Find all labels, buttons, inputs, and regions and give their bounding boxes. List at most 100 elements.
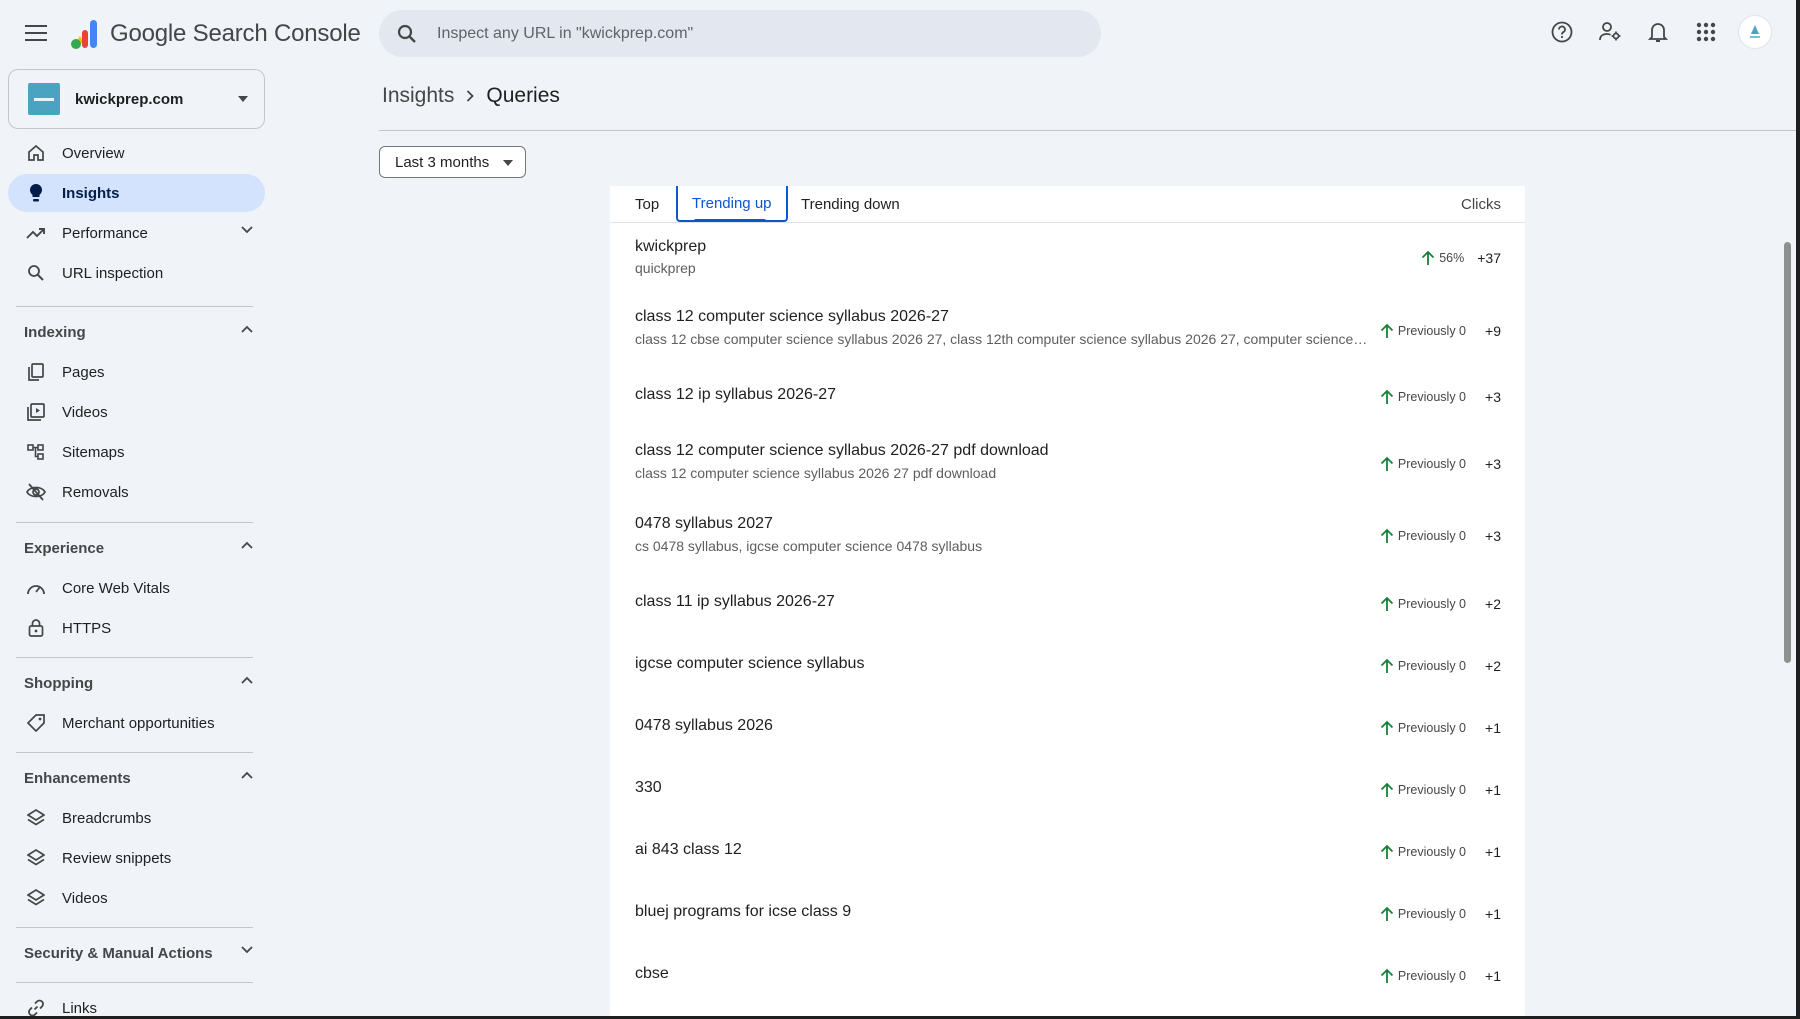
clicks-column-header[interactable]: Clicks bbox=[1461, 196, 1501, 213]
section-shopping[interactable]: Shopping bbox=[8, 664, 265, 702]
section-label: Shopping bbox=[24, 674, 94, 692]
arrow-up-icon bbox=[1379, 528, 1395, 544]
clicks-delta: +9 bbox=[1485, 323, 1501, 339]
sidebar-item-videos[interactable]: Videos bbox=[8, 393, 265, 431]
sidebar-item-insights[interactable]: Insights bbox=[8, 174, 265, 212]
search-input[interactable] bbox=[437, 24, 1037, 43]
clicks-change: Previously 0 +1 bbox=[1379, 906, 1501, 922]
clicks-change: Previously 0 +1 bbox=[1379, 968, 1501, 984]
lightbulb-icon bbox=[26, 183, 46, 203]
visibility-off-icon bbox=[26, 482, 46, 502]
query-variants: class 12 computer science syllabus 2026 … bbox=[635, 465, 997, 481]
scrollbar-thumb[interactable] bbox=[1784, 242, 1791, 663]
sidebar-item-breadcrumbs[interactable]: Breadcrumbs bbox=[8, 799, 265, 837]
sidebar-item-enhancement-videos[interactable]: Videos bbox=[8, 879, 265, 917]
manage-users-button[interactable] bbox=[1590, 12, 1630, 52]
url-inspect-search[interactable] bbox=[379, 10, 1101, 57]
query-text: class 12 computer science syllabus 2026-… bbox=[635, 308, 949, 325]
avatar-logo-icon bbox=[1750, 25, 1760, 38]
clicks-delta: +3 bbox=[1485, 456, 1501, 472]
sidebar-item-label: Videos bbox=[62, 889, 108, 907]
sidebar-item-sitemaps[interactable]: Sitemaps bbox=[8, 433, 265, 471]
sidebar-item-label: Merchant opportunities bbox=[62, 714, 215, 732]
sitemap-icon bbox=[26, 442, 46, 462]
query-text: bluej programs for icse class 9 bbox=[635, 903, 852, 920]
video-library-icon bbox=[26, 402, 46, 422]
clicks-delta: +1 bbox=[1485, 906, 1501, 922]
property-name: kwickprep.com bbox=[75, 90, 184, 108]
app-title: Google Search Console bbox=[110, 20, 361, 47]
date-range-filter[interactable]: Last 3 months bbox=[379, 146, 526, 178]
dropdown-caret-icon bbox=[503, 160, 513, 166]
property-favicon bbox=[28, 83, 60, 115]
clicks-delta: +3 bbox=[1485, 528, 1501, 544]
section-security-manual-actions[interactable]: Security & Manual Actions bbox=[8, 934, 265, 972]
sidebar-item-merchant-opportunities[interactable]: Merchant opportunities bbox=[8, 704, 265, 742]
query-text: 330 bbox=[635, 779, 662, 796]
sidebar-item-overview[interactable]: Overview bbox=[8, 134, 265, 172]
query-text: 0478 syllabus 2026 bbox=[635, 717, 773, 734]
sidebar-item-pages[interactable]: Pages bbox=[8, 353, 265, 391]
notifications-button[interactable] bbox=[1638, 12, 1678, 52]
clicks-delta: +3 bbox=[1485, 389, 1501, 405]
sidebar-item-removals[interactable]: Removals bbox=[8, 473, 265, 511]
sidebar-item-https[interactable]: HTTPS bbox=[8, 609, 265, 647]
tab-trending-down[interactable]: Trending down bbox=[801, 186, 900, 222]
sidebar-item-label: Pages bbox=[62, 363, 105, 381]
notifications-icon bbox=[1648, 23, 1668, 42]
lock-icon bbox=[26, 618, 46, 638]
section-indexing[interactable]: Indexing bbox=[8, 313, 265, 351]
sidebar-item-url-inspection[interactable]: URL inspection bbox=[8, 254, 265, 292]
clicks-change: Previously 0 +9 bbox=[1379, 323, 1501, 339]
sidebar-divider bbox=[16, 982, 253, 983]
sidebar-item-performance[interactable]: Performance bbox=[8, 214, 265, 252]
change-label: Previously 0 bbox=[1397, 597, 1466, 611]
apps-button[interactable] bbox=[1686, 12, 1726, 52]
active-tab-indicator bbox=[693, 219, 767, 222]
chevron-right-icon bbox=[466, 90, 475, 102]
account-avatar[interactable] bbox=[1738, 15, 1772, 49]
sidebar-item-links[interactable]: Links bbox=[8, 989, 265, 1019]
sidebar-item-label: URL inspection bbox=[62, 264, 164, 282]
sidebar-divider bbox=[16, 752, 253, 753]
arrow-up-icon bbox=[1420, 250, 1436, 266]
trending-up-icon bbox=[26, 223, 46, 243]
clicks-delta: +1 bbox=[1485, 844, 1501, 860]
sidebar-divider bbox=[16, 657, 253, 658]
change-label: Previously 0 bbox=[1397, 721, 1466, 735]
help-button[interactable] bbox=[1542, 12, 1582, 52]
sidebar-divider bbox=[16, 306, 253, 307]
sidebar-item-review-snippets[interactable]: Review snippets bbox=[8, 839, 265, 877]
arrow-up-icon bbox=[1379, 456, 1395, 472]
breadcrumb-insights-link[interactable]: Insights bbox=[382, 84, 454, 108]
clicks-delta: +2 bbox=[1485, 658, 1501, 674]
clicks-delta: +1 bbox=[1485, 720, 1501, 736]
clicks-change: Previously 0 +3 bbox=[1379, 389, 1501, 405]
arrow-up-icon bbox=[1379, 658, 1395, 674]
change-label: 56% bbox=[1439, 251, 1465, 265]
clicks-change: Previously 0 +1 bbox=[1379, 844, 1501, 860]
query-text: class 12 ip syllabus 2026-27 bbox=[635, 386, 837, 403]
sidebar-item-label: Videos bbox=[62, 403, 108, 421]
sidebar-item-label: HTTPS bbox=[62, 619, 112, 637]
arrow-up-icon bbox=[1379, 782, 1395, 798]
hamburger-icon bbox=[25, 25, 47, 41]
clicks-change: Previously 0 +1 bbox=[1379, 782, 1501, 798]
layers-icon bbox=[26, 848, 46, 868]
app-logo[interactable]: Google Search Console bbox=[68, 18, 361, 50]
clicks-delta: +1 bbox=[1485, 968, 1501, 984]
section-experience[interactable]: Experience bbox=[8, 529, 265, 567]
sidebar-item-label: Overview bbox=[62, 144, 125, 162]
section-enhancements[interactable]: Enhancements bbox=[8, 759, 265, 797]
clicks-delta: +2 bbox=[1485, 596, 1501, 612]
tab-trending-up[interactable]: Trending up bbox=[676, 186, 788, 222]
help-icon bbox=[1551, 21, 1573, 43]
section-label: Indexing bbox=[24, 323, 86, 341]
main-menu-button[interactable] bbox=[18, 15, 54, 51]
tab-top[interactable]: Top bbox=[635, 186, 659, 222]
property-selector[interactable]: kwickprep.com bbox=[8, 69, 265, 129]
sidebar-item-core-web-vitals[interactable]: Core Web Vitals bbox=[8, 569, 265, 607]
clicks-change: Previously 0 +3 bbox=[1379, 528, 1501, 544]
chevron-up-icon bbox=[241, 771, 253, 779]
clicks-change: 56% +37 bbox=[1420, 250, 1501, 266]
